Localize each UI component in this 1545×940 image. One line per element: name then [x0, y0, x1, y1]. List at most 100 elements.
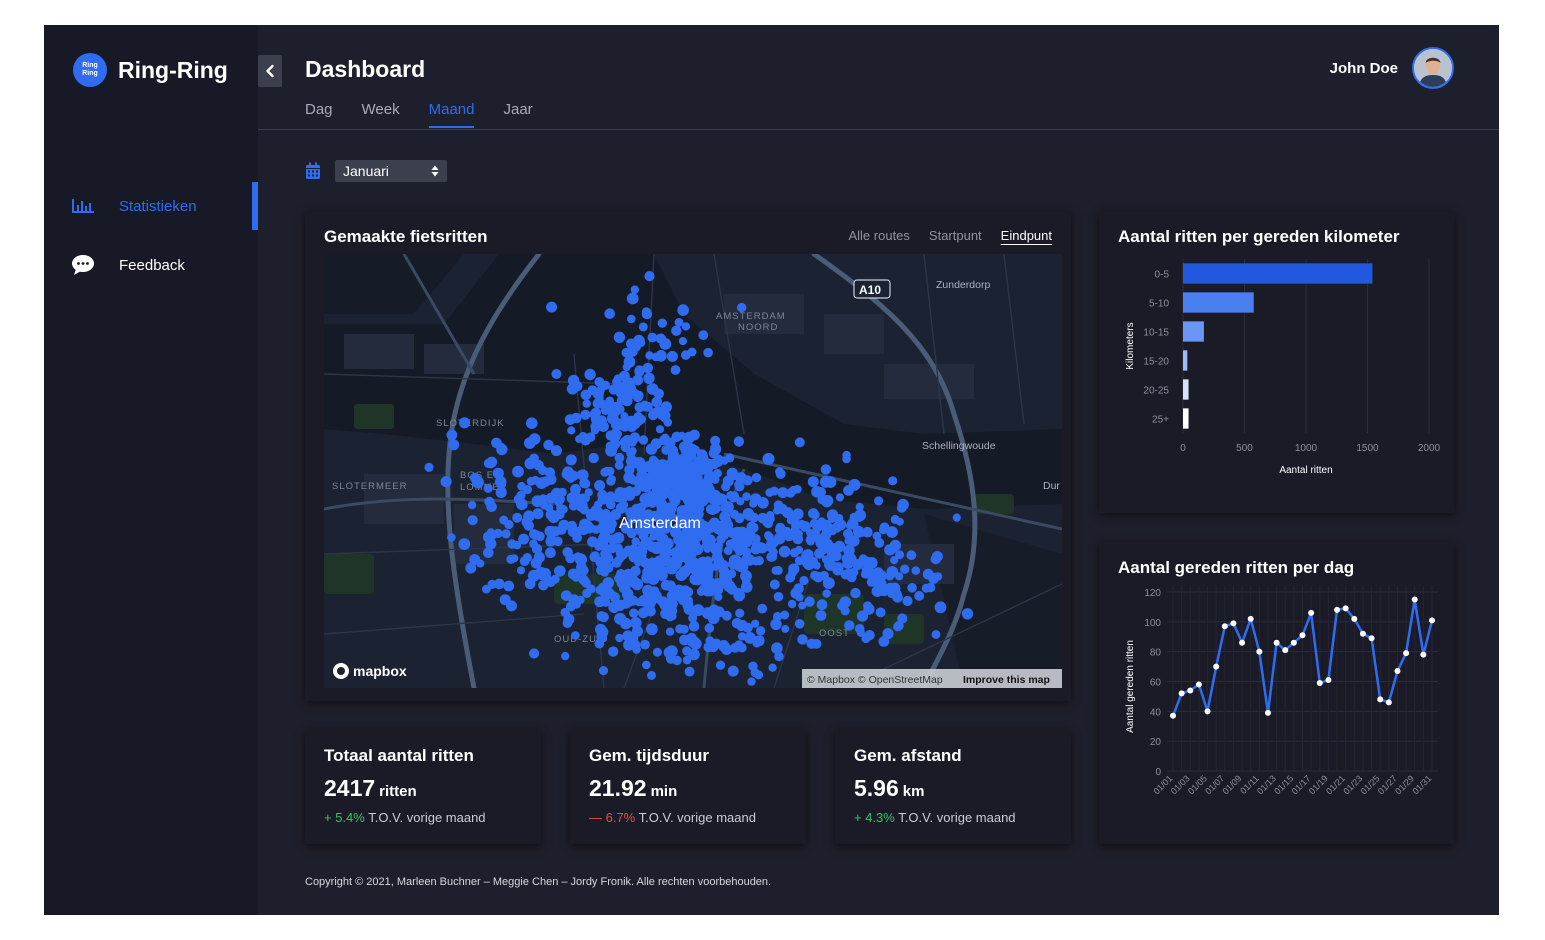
- data-point[interactable]: [1221, 623, 1228, 630]
- ride-marker: [613, 331, 626, 343]
- tab-dag[interactable]: Dag: [305, 101, 333, 128]
- ride-map[interactable]: AMSTERDAM NOORD SLOTERDIJK BOS EN LOMMER…: [324, 254, 1062, 688]
- ride-marker: [816, 599, 828, 611]
- data-point[interactable]: [1239, 639, 1246, 646]
- data-point[interactable]: [1247, 615, 1254, 622]
- mapbox-wordmark: mapbox: [353, 663, 407, 679]
- bar[interactable]: [1183, 263, 1373, 284]
- data-point[interactable]: [1230, 620, 1237, 627]
- ride-marker: [757, 603, 768, 614]
- ride-marker: [594, 480, 606, 491]
- data-point[interactable]: [1368, 635, 1375, 642]
- data-point[interactable]: [1394, 668, 1401, 675]
- data-point[interactable]: [1411, 596, 1418, 603]
- ride-marker: [660, 579, 672, 591]
- month-select[interactable]: Januari: [335, 160, 447, 182]
- ride-marker: [790, 587, 802, 599]
- main-content: Dashboard Dag Week Maand Jaar John Doe J…: [258, 25, 1499, 915]
- ride-marker: [680, 585, 691, 596]
- ride-marker: [817, 494, 827, 505]
- data-point[interactable]: [1342, 605, 1349, 612]
- header-divider: [258, 129, 1499, 130]
- data-point[interactable]: [1256, 648, 1263, 655]
- map-tab-startpunt[interactable]: Startpunt: [929, 228, 982, 243]
- map-tab-eindpunt[interactable]: Eindpunt: [1001, 228, 1052, 243]
- ride-marker: [592, 398, 603, 409]
- ride-marker: [610, 421, 620, 430]
- data-point[interactable]: [1316, 679, 1323, 686]
- tab-maand[interactable]: Maand: [428, 101, 475, 128]
- ride-marker: [607, 475, 616, 484]
- data-point[interactable]: [1290, 639, 1297, 646]
- bar[interactable]: [1183, 379, 1189, 400]
- data-point[interactable]: [1204, 708, 1211, 715]
- data-point[interactable]: [1429, 617, 1435, 624]
- ride-marker: [492, 467, 504, 479]
- user-menu[interactable]: John Doe: [1330, 47, 1454, 89]
- ride-marker: [666, 445, 678, 457]
- ride-marker: [486, 501, 497, 513]
- data-point[interactable]: [1359, 630, 1366, 637]
- ride-marker: [612, 532, 625, 544]
- collapse-sidebar-button[interactable]: [258, 55, 282, 87]
- data-point[interactable]: [1420, 651, 1427, 658]
- ride-marker: [856, 628, 866, 637]
- ride-marker: [826, 549, 839, 562]
- data-point[interactable]: [1213, 663, 1220, 670]
- ride-marker: [582, 588, 592, 598]
- ride-marker: [744, 632, 756, 644]
- bar[interactable]: [1183, 408, 1189, 429]
- data-point[interactable]: [1170, 712, 1176, 719]
- data-point[interactable]: [1264, 709, 1271, 716]
- tab-jaar[interactable]: Jaar: [503, 101, 532, 128]
- stat-card-avg-distance: Gem. afstand 5.96 km + 4.3% T.O.V. vorige…: [835, 730, 1071, 844]
- data-point[interactable]: [1282, 647, 1289, 654]
- ride-marker: [564, 414, 576, 425]
- ride-marker: [885, 571, 895, 581]
- data-point[interactable]: [1325, 677, 1332, 684]
- bar[interactable]: [1183, 350, 1188, 371]
- ride-marker: [862, 526, 873, 538]
- ride-marker: [550, 487, 563, 500]
- ride-marker: [675, 624, 685, 634]
- data-point[interactable]: [1334, 606, 1341, 613]
- sidebar-item-feedback[interactable]: Feedback: [71, 254, 185, 276]
- bar[interactable]: [1183, 292, 1254, 313]
- ride-marker: [794, 437, 805, 448]
- tab-week[interactable]: Week: [362, 101, 400, 128]
- data-point[interactable]: [1187, 687, 1194, 694]
- data-point[interactable]: [1273, 639, 1280, 646]
- ride-marker: [584, 368, 596, 381]
- map-attribution[interactable]: © Mapbox © OpenStreetMap: [807, 674, 943, 686]
- ride-marker: [621, 395, 633, 407]
- improve-map-link[interactable]: Improve this map: [963, 674, 1050, 686]
- brand[interactable]: Ring Ring Ring-Ring: [73, 53, 228, 87]
- data-point[interactable]: [1351, 615, 1358, 622]
- ride-marker: [512, 512, 523, 523]
- data-point[interactable]: [1299, 632, 1306, 639]
- data-point[interactable]: [1377, 696, 1384, 703]
- data-point[interactable]: [1195, 681, 1202, 688]
- data-point[interactable]: [1178, 690, 1185, 697]
- ride-marker: [526, 476, 536, 486]
- ride-marker: [687, 443, 698, 455]
- data-point[interactable]: [1308, 609, 1315, 616]
- data-point[interactable]: [1403, 650, 1410, 657]
- ride-marker: [742, 492, 751, 501]
- ride-marker: [467, 500, 477, 510]
- sidebar-item-label: Feedback: [119, 256, 185, 274]
- map-tab-alle-routes[interactable]: Alle routes: [848, 228, 909, 243]
- ride-marker: [716, 522, 727, 533]
- ride-marker: [704, 623, 715, 633]
- ride-marker: [580, 389, 592, 401]
- data-point[interactable]: [1385, 699, 1392, 706]
- ride-marker: [504, 519, 514, 530]
- ride-marker: [634, 402, 645, 413]
- ride-marker: [640, 639, 650, 650]
- bar[interactable]: [1183, 321, 1204, 342]
- ride-marker: [768, 663, 777, 672]
- ride-marker: [638, 530, 648, 541]
- ride-marker: [533, 551, 545, 563]
- sidebar-item-statistieken[interactable]: Statistieken: [71, 197, 197, 215]
- avatar[interactable]: [1412, 47, 1454, 89]
